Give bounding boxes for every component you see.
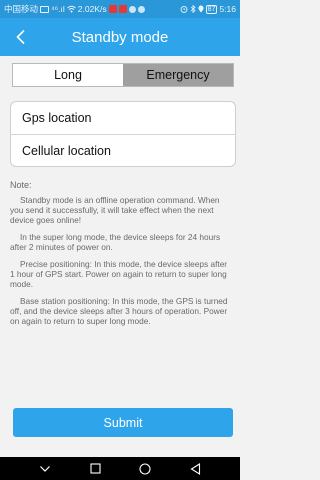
app-bar: Standby mode	[0, 18, 240, 56]
location-icon	[198, 5, 204, 13]
nav-home-button[interactable]	[134, 460, 156, 478]
back-button[interactable]	[8, 24, 34, 50]
note-title: Note:	[10, 180, 32, 190]
chevron-left-icon	[16, 29, 25, 45]
note-section: Note: Standby mode is an offline operati…	[10, 180, 232, 333]
app-notification-icon-2	[118, 5, 127, 13]
app-notification-icon	[108, 5, 117, 13]
nav-recents-button[interactable]	[84, 460, 106, 478]
carrier-label: 中国移动	[4, 4, 39, 14]
app-notification-icon-3	[128, 5, 136, 13]
system-nav-bar	[0, 457, 240, 480]
back-triangle-icon	[189, 462, 200, 475]
option-cellular-location[interactable]: Cellular location	[11, 134, 235, 166]
clock-label: 5:16	[219, 4, 236, 14]
wifi-icon	[66, 5, 76, 13]
bluetooth-icon	[190, 5, 196, 13]
alarm-icon	[180, 5, 188, 13]
option-gps-location[interactable]: Gps location	[11, 102, 235, 134]
chevron-down-icon	[40, 465, 50, 472]
recent-apps-icon	[89, 463, 101, 474]
home-icon	[139, 462, 151, 475]
note-paragraph: Precise positioning: In this mode, the d…	[10, 259, 228, 289]
status-right: 87 5:16	[180, 4, 236, 14]
tab-emergency[interactable]: Emergency	[123, 64, 233, 86]
status-left: 中国移动 ⁴⁶.ıl 2.02K/s	[4, 3, 145, 15]
submit-button[interactable]: Submit	[13, 408, 233, 437]
sim-icon	[40, 5, 50, 13]
note-paragraph: Base station positioning: In this mode, …	[10, 296, 228, 326]
nav-back-button[interactable]	[184, 460, 206, 478]
location-options-list: Gps location Cellular location	[10, 101, 236, 167]
page-title: Standby mode	[71, 28, 169, 46]
signal-text: ⁴⁶.ıl	[51, 4, 65, 14]
note-paragraph: In the super long mode, the device sleep…	[10, 232, 221, 252]
app-notification-icon-4	[137, 5, 145, 13]
battery-icon: 87	[205, 4, 218, 14]
note-paragraph: Standby mode is an offline operation com…	[10, 195, 220, 225]
nav-hide-button[interactable]	[34, 460, 56, 478]
tab-long[interactable]: Long	[13, 64, 123, 86]
network-speed: 2.02K/s	[77, 4, 107, 14]
mode-segmented-control: Long Emergency	[12, 63, 234, 87]
status-bar: 中国移动 ⁴⁶.ıl 2.02K/s 87 5:16	[0, 0, 240, 18]
